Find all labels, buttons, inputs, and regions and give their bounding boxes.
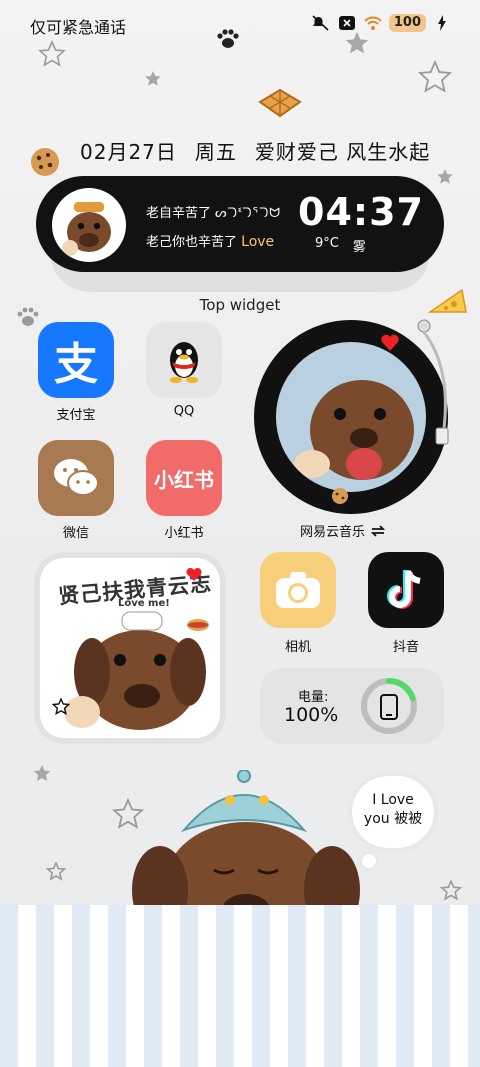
battery-widget-value: 100% (284, 704, 339, 726)
clock-time: 04:37 (298, 190, 424, 234)
paw-icon (217, 29, 239, 48)
app-label-camera: 相机 (284, 640, 311, 655)
app-camera[interactable] (260, 552, 336, 628)
star-decoration-icon (418, 60, 452, 93)
scribble-text: ᔕᘄᓫᘄᕐᘄᗢ (215, 206, 282, 221)
motto-text: 爱财爱己 风生水起 (254, 140, 431, 164)
music-widget-label: 网易云音乐 (300, 521, 386, 540)
app-label-tiktok: 抖音 (392, 640, 419, 655)
app-wechat[interactable] (38, 440, 114, 516)
battery-widget-label: 电量: (298, 690, 329, 705)
waffle-icon (258, 88, 302, 118)
hotdog-icon (187, 619, 209, 631)
app-alipay[interactable]: 支 (38, 322, 114, 398)
tiktok-icon (387, 570, 421, 609)
weekday-text: 周五 (194, 140, 237, 164)
star-decoration-icon (46, 862, 66, 881)
cheese-icon (428, 288, 467, 313)
wechat-icon (54, 459, 99, 496)
star-decoration-icon (440, 880, 462, 901)
mute-icon (311, 14, 331, 32)
qq-penguin-icon (170, 342, 198, 383)
app-label-wechat: 微信 (62, 526, 89, 541)
dog-avatar (52, 188, 126, 262)
app-label-alipay: 支付宝 (56, 408, 96, 423)
top-widget-line2: 老己你也辛苦了 Love (146, 234, 275, 250)
music-app-name: 网易云音乐 (300, 525, 366, 540)
star-decoration-icon (33, 765, 51, 782)
status-carrier-text: 仅可紧急通话 (30, 18, 127, 37)
cookie-icon (31, 148, 59, 176)
star-decoration-icon (52, 698, 70, 715)
tonearm-icon (417, 319, 449, 445)
cookie-icon (332, 488, 348, 504)
temperature-text: 9°C (315, 236, 339, 251)
star-decoration-icon (437, 169, 453, 184)
music-widget-photo (276, 342, 426, 492)
status-icons: 100 (311, 14, 452, 32)
camera-icon (276, 572, 320, 608)
charging-bolt-icon (432, 14, 452, 32)
date-text: 02月27日 (80, 140, 177, 164)
widget-label: Top widget (199, 296, 281, 314)
alipay-icon: 支 (54, 339, 98, 390)
weather-info: 9°C 雾 (315, 236, 366, 255)
star-decoration-icon (345, 32, 369, 54)
app-label-xiaohongshu: 小红书 (164, 526, 204, 541)
star-decoration-icon (145, 71, 161, 86)
app-tiktok[interactable] (368, 552, 444, 628)
love-text: Love (241, 234, 275, 250)
heart-icon (186, 568, 202, 581)
app-qq[interactable] (146, 322, 222, 398)
top-widget-line1: 老自辛苦了 ᔕᘄᓫᘄᕐᘄᗢ (146, 206, 282, 221)
striped-blanket (0, 905, 480, 1067)
battery-ring (361, 678, 417, 734)
xiaohongshu-icon: 小红书 (154, 467, 214, 492)
star-decoration-icon (38, 40, 66, 67)
paw-icon (17, 307, 39, 326)
weather-text: 雾 (352, 240, 366, 255)
heart-icon (381, 334, 399, 351)
swap-arrows-icon[interactable] (371, 524, 386, 537)
app-label-qq: QQ (173, 404, 195, 419)
date-line: 02月27日 周五 爱财爱己 风生水起 (80, 136, 430, 165)
app-xiaohongshu[interactable]: 小红书 (146, 440, 222, 516)
battery-indicator: 100 (388, 14, 426, 32)
